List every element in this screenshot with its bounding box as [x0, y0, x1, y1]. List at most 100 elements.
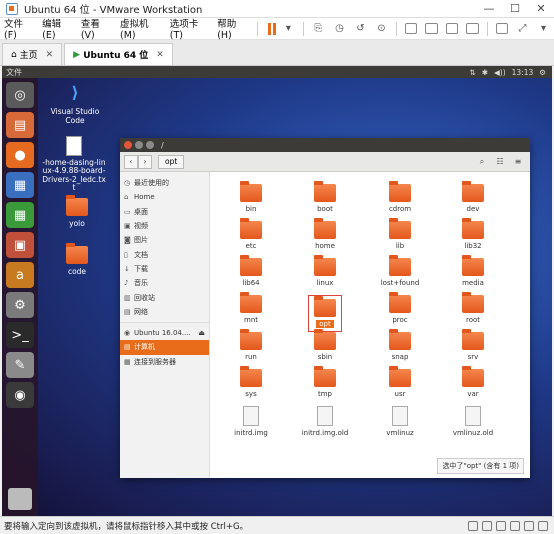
snapshot-icon[interactable]: ◷	[331, 21, 348, 37]
sidebar-item-network[interactable]: ▤ 网络	[120, 305, 209, 319]
chevron-down-icon[interactable]: ▾	[280, 21, 297, 37]
file-item-opt[interactable]: opt	[290, 295, 360, 332]
calc-icon[interactable]: ▦	[6, 202, 34, 228]
cd-icon[interactable]	[482, 520, 492, 531]
console-icon[interactable]	[495, 23, 508, 34]
sidebar-item-ubuntu-disc[interactable]: ◉ Ubuntu 16.04.... ⏏	[120, 326, 209, 340]
menu-view[interactable]: 查看(V)	[77, 16, 116, 41]
close-icon[interactable]	[124, 141, 132, 149]
file-item-cdrom[interactable]: cdrom	[365, 181, 435, 213]
transfer-icon[interactable]: ⇅	[469, 68, 475, 77]
file-item-lib64[interactable]: lib64	[216, 255, 286, 287]
sidebar-item-music[interactable]: ♪ 音乐	[120, 276, 209, 290]
ubuntu-logo-icon[interactable]: ◎	[6, 82, 34, 108]
close-button[interactable]: ✕	[528, 0, 554, 18]
menu-edit[interactable]: 编辑(E)	[38, 16, 77, 41]
sidebar-item-connect-server[interactable]: ▦ 连接到服务器	[120, 355, 209, 369]
settings-icon[interactable]: ⚙	[6, 292, 34, 318]
usb-icon[interactable]	[510, 520, 520, 531]
sidebar-item-recent[interactable]: ◷ 最近使用的	[120, 176, 209, 190]
tab-home[interactable]: ⌂ 主页 ✕	[2, 43, 63, 65]
trash-icon[interactable]	[8, 488, 32, 510]
file-item-linux[interactable]: linux	[290, 255, 360, 287]
thumbnail-icon[interactable]	[425, 23, 438, 34]
firefox-icon[interactable]: ●	[6, 142, 34, 168]
file-item-dev[interactable]: dev	[438, 181, 508, 213]
search-icon[interactable]: ⌕	[474, 155, 490, 169]
file-item-lost-found[interactable]: lost+found	[365, 255, 435, 287]
menu-vm[interactable]: 虚拟机(M)	[116, 16, 166, 41]
manage-snapshots-icon[interactable]: ⊙	[373, 21, 390, 37]
file-item-root[interactable]: root	[438, 292, 508, 324]
list-view-icon[interactable]: ☷	[492, 155, 508, 169]
send-ctrl-alt-del-icon[interactable]: ⎘	[310, 21, 327, 37]
maximize-icon[interactable]	[146, 141, 154, 149]
desktop-vscode[interactable]: ⟩ Visual Studio Code	[40, 82, 110, 125]
sidebar-item-home[interactable]: ⌂ Home	[120, 190, 209, 204]
sidebar-item-computer[interactable]: ▤ 计算机	[120, 340, 209, 355]
gear-icon[interactable]: ⚙	[539, 68, 546, 77]
guest-screen[interactable]: 文件 ⇅ ✱ ◀)) 13:13 ⚙ ◎ ▤ ● ▦ ▦ ▣ a ⚙ >_ ✎ …	[2, 66, 552, 516]
terminal-icon[interactable]: >_	[6, 322, 34, 348]
file-item-home[interactable]: home	[290, 218, 360, 250]
file-item-vmlinuz[interactable]: vmlinuz	[365, 406, 435, 437]
menu-icon[interactable]: ≡	[510, 155, 526, 169]
maximize-button[interactable]: ☐	[502, 0, 528, 18]
unity-icon[interactable]	[466, 23, 479, 34]
file-item-run[interactable]: run	[216, 329, 286, 361]
bluetooth-icon[interactable]: ✱	[482, 68, 488, 77]
file-item-mnt[interactable]: mnt	[216, 292, 286, 324]
sidebar-item-trash[interactable]: ▥ 回收站	[120, 290, 209, 304]
amazon-icon[interactable]: a	[6, 262, 34, 288]
display-icon[interactable]	[538, 520, 548, 531]
back-button[interactable]: ‹	[124, 154, 138, 169]
menu-file[interactable]: 文件(F)	[0, 16, 38, 41]
forward-button[interactable]: ›	[138, 154, 152, 169]
tab-ubuntu[interactable]: ▶ Ubuntu 64 位 ✕	[64, 43, 173, 65]
desktop-textfile[interactable]: -home-dasing-linux-4.9.88-board-Drivers-…	[42, 136, 106, 192]
file-item-bin[interactable]: bin	[216, 181, 286, 213]
sidebar-item-downloads[interactable]: ↓ 下载	[120, 262, 209, 276]
desktop-code[interactable]: code	[42, 243, 112, 276]
dvd-icon[interactable]: ◉	[6, 382, 34, 408]
pause-icon[interactable]	[267, 22, 276, 35]
file-item-lib[interactable]: lib	[365, 218, 435, 250]
file-item-lib32[interactable]: lib32	[438, 218, 508, 250]
chevron-down-icon[interactable]: ▾	[535, 21, 552, 37]
text-editor-icon[interactable]: ✎	[6, 352, 34, 378]
file-item-vmlinuz-old[interactable]: vmlinuz.old	[438, 406, 508, 437]
sidebar-toggle-icon[interactable]	[404, 23, 418, 34]
file-item-initrd-img-old[interactable]: initrd.img.old	[290, 406, 360, 437]
file-item-snap[interactable]: snap	[365, 329, 435, 361]
volume-icon[interactable]: ◀))	[494, 68, 506, 77]
file-item-sbin[interactable]: sbin	[290, 329, 360, 361]
hdd-icon[interactable]	[468, 520, 478, 531]
minimize-button[interactable]: —	[476, 0, 502, 18]
sidebar-item-desktop[interactable]: ▭ 桌面	[120, 205, 209, 219]
sidebar-item-pictures[interactable]: ◙ 图片	[120, 233, 209, 247]
menu-help[interactable]: 帮助(H)	[213, 16, 253, 41]
file-item-tmp[interactable]: tmp	[290, 366, 360, 398]
impress-icon[interactable]: ▣	[6, 232, 34, 258]
fullscreen-icon[interactable]	[445, 23, 459, 34]
file-item-usr[interactable]: usr	[365, 366, 435, 398]
file-item-sys[interactable]: sys	[216, 366, 286, 398]
files-icon[interactable]: ▤	[6, 112, 34, 138]
sidebar-item-documents[interactable]: ▯ 文档	[120, 247, 209, 261]
file-item-var[interactable]: var	[438, 366, 508, 398]
file-item-media[interactable]: media	[438, 255, 508, 287]
desktop-yolo[interactable]: yolo	[42, 195, 112, 228]
sound-icon[interactable]	[524, 520, 534, 531]
close-icon[interactable]: ✕	[46, 50, 54, 60]
writer-icon[interactable]: ▦	[6, 172, 34, 198]
path-button[interactable]: opt	[158, 154, 185, 169]
file-item-boot[interactable]: boot	[290, 181, 360, 213]
close-icon[interactable]: ✕	[156, 50, 164, 60]
file-item-proc[interactable]: proc	[365, 292, 435, 324]
minimize-icon[interactable]	[135, 141, 143, 149]
eject-icon[interactable]: ⏏	[198, 329, 205, 337]
stretch-icon[interactable]: ⤢	[514, 21, 531, 37]
revert-snapshot-icon[interactable]: ↺	[352, 21, 369, 37]
file-item-srv[interactable]: srv	[438, 329, 508, 361]
menu-tabs[interactable]: 选项卡(T)	[166, 16, 213, 41]
